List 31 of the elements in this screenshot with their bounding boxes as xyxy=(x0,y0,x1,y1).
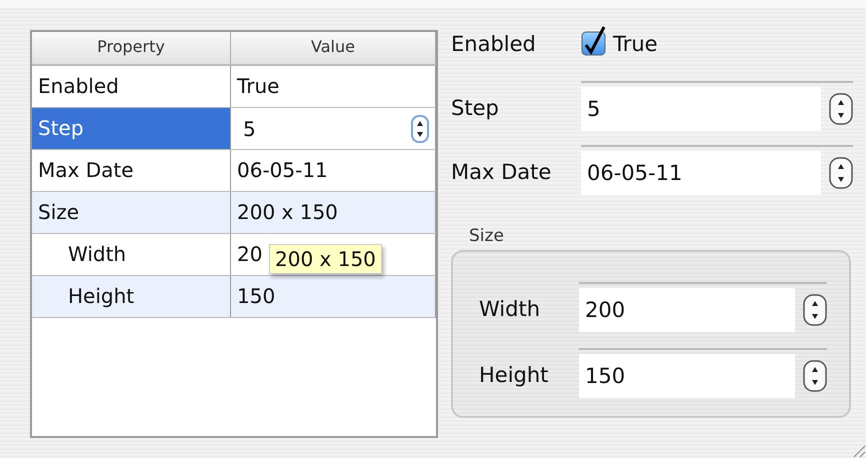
stepper-icon[interactable] xyxy=(829,93,853,125)
property-cell[interactable]: Max Date xyxy=(32,150,231,191)
value-editor[interactable]: 5 xyxy=(243,114,256,144)
input-field[interactable]: 5 xyxy=(581,87,821,131)
value-cell: 200 x 150 xyxy=(231,192,436,233)
tooltip: 200 x 150 xyxy=(269,244,382,274)
field-label: Height xyxy=(479,363,550,387)
field-label: Width xyxy=(479,297,542,321)
column-header[interactable]: Property xyxy=(32,32,231,64)
value-cell: 150 xyxy=(231,276,436,317)
property-cell[interactable]: Size xyxy=(32,192,231,233)
value-cell: True xyxy=(231,66,436,107)
input-field[interactable]: 200 xyxy=(579,288,795,332)
checkbox[interactable] xyxy=(581,25,607,57)
group-title: Size xyxy=(469,226,504,246)
property-cell[interactable]: Step xyxy=(32,108,231,149)
stepper-icon[interactable] xyxy=(829,157,853,189)
stepper-icon[interactable] xyxy=(803,360,827,392)
property-cell[interactable]: Enabled xyxy=(32,66,231,107)
field-label: Step xyxy=(451,96,500,120)
field-label: Enabled xyxy=(451,32,537,56)
input-field[interactable]: 150 xyxy=(579,354,795,398)
input-field[interactable]: 06-05-11 xyxy=(581,151,821,195)
value-cell: 06-05-11 xyxy=(231,150,436,191)
checkbox-label[interactable]: True xyxy=(613,32,658,56)
field-label: Max Date xyxy=(451,160,552,184)
stepper-icon[interactable] xyxy=(803,294,827,326)
property-cell[interactable]: Height xyxy=(32,276,231,317)
stepper-icon[interactable] xyxy=(411,114,429,142)
column-header[interactable]: Value xyxy=(231,32,436,64)
property-cell[interactable]: Width xyxy=(32,234,231,275)
